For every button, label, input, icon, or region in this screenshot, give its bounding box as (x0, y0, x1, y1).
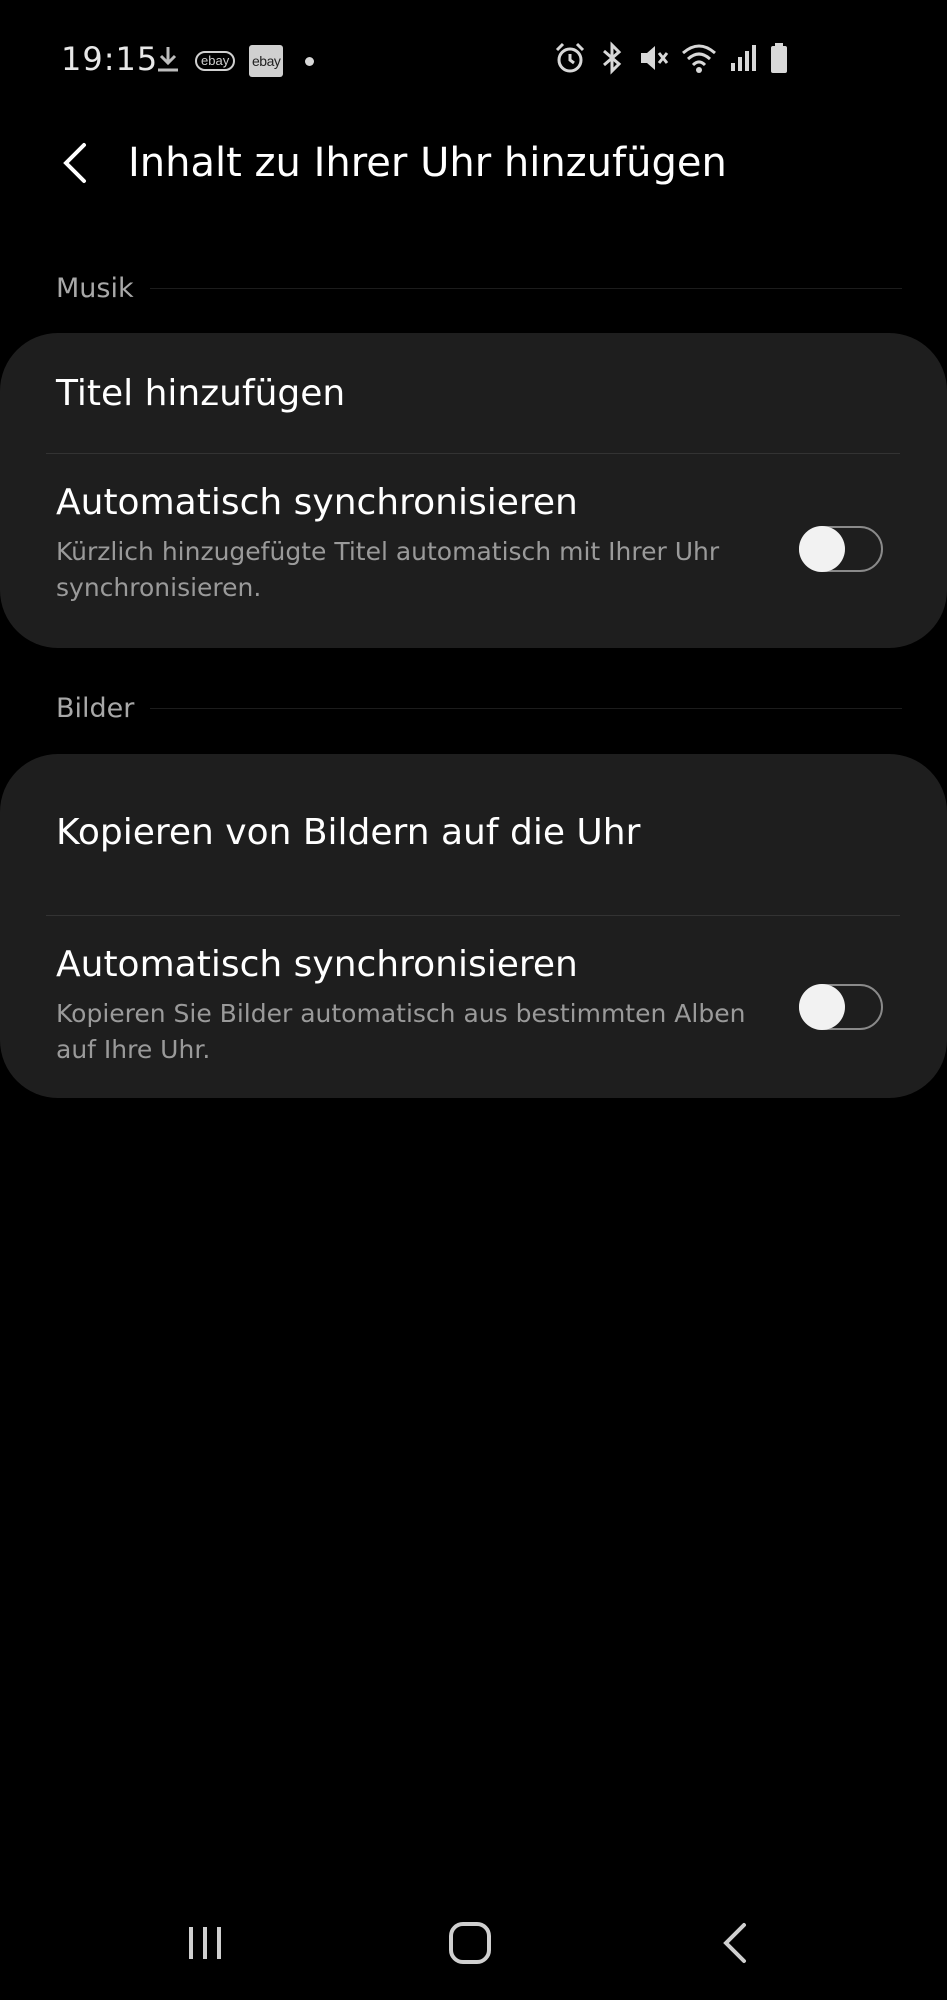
images-auto-sync-title: Automatisch synchronisieren (56, 944, 578, 985)
section-label: Musik (56, 272, 134, 304)
app-header: Inhalt zu Ihrer Uhr hinzufügen (0, 120, 947, 210)
section-label: Bilder (56, 692, 135, 724)
system-icons (553, 40, 789, 80)
images-auto-sync-subtitle: Kopieren Sie Bilder automatisch aus best… (56, 999, 746, 1064)
copy-images-item[interactable]: Kopieren von Bildern auf die Uhr (0, 754, 947, 915)
section-divider (149, 287, 902, 289)
section-header-images: Bilder (56, 688, 902, 728)
back-nav-button[interactable] (700, 1908, 770, 1978)
recent-apps-icon (189, 1927, 221, 1959)
music-auto-sync-title: Automatisch synchronisieren (56, 482, 578, 523)
more-notifications-dot (305, 56, 315, 66)
alarm-icon (553, 41, 587, 79)
back-icon (723, 1923, 746, 1963)
status-time: 19:15 (61, 40, 159, 78)
images-card: Kopieren von Bildern auf die Uhr Automat… (0, 754, 947, 1098)
section-header-music: Musik (56, 268, 902, 308)
back-button[interactable] (50, 138, 100, 188)
music-card: Titel hinzufügen Automatisch synchronisi… (0, 333, 947, 648)
music-auto-sync-item[interactable]: Automatisch synchronisieren Kürzlich hin… (0, 454, 947, 648)
page-title: Inhalt zu Ihrer Uhr hinzufügen (128, 140, 727, 186)
ebay-icon: ebay (249, 45, 284, 77)
music-auto-sync-toggle[interactable] (799, 526, 883, 572)
home-button[interactable] (435, 1908, 505, 1978)
section-divider (150, 707, 902, 709)
navigation-bar (0, 1890, 947, 2000)
add-tracks-item[interactable]: Titel hinzufügen (0, 333, 947, 453)
toggle-knob (799, 984, 845, 1030)
wifi-icon (681, 41, 717, 79)
notification-icons: ebay ebay (155, 44, 315, 78)
bluetooth-icon (599, 41, 625, 79)
music-auto-sync-subtitle: Kürzlich hinzugefügte Titel automatisch … (56, 537, 720, 602)
add-tracks-label: Titel hinzufügen (56, 373, 346, 414)
ebay-kleinanzeigen-icon: ebay (195, 51, 236, 71)
images-auto-sync-item[interactable]: Automatisch synchronisieren Kopieren Sie… (0, 916, 947, 1098)
vibrate-mute-icon (637, 41, 669, 79)
chevron-left-icon (63, 143, 86, 183)
status-bar: 19:15 ebay ebay (0, 0, 947, 120)
battery-icon (769, 41, 789, 79)
home-icon (449, 1922, 491, 1964)
toggle-knob (799, 526, 845, 572)
signal-icon (729, 41, 757, 79)
copy-images-label: Kopieren von Bildern auf die Uhr (56, 812, 641, 853)
download-icon (155, 44, 181, 78)
images-auto-sync-toggle[interactable] (799, 984, 883, 1030)
recent-apps-button[interactable] (170, 1908, 240, 1978)
